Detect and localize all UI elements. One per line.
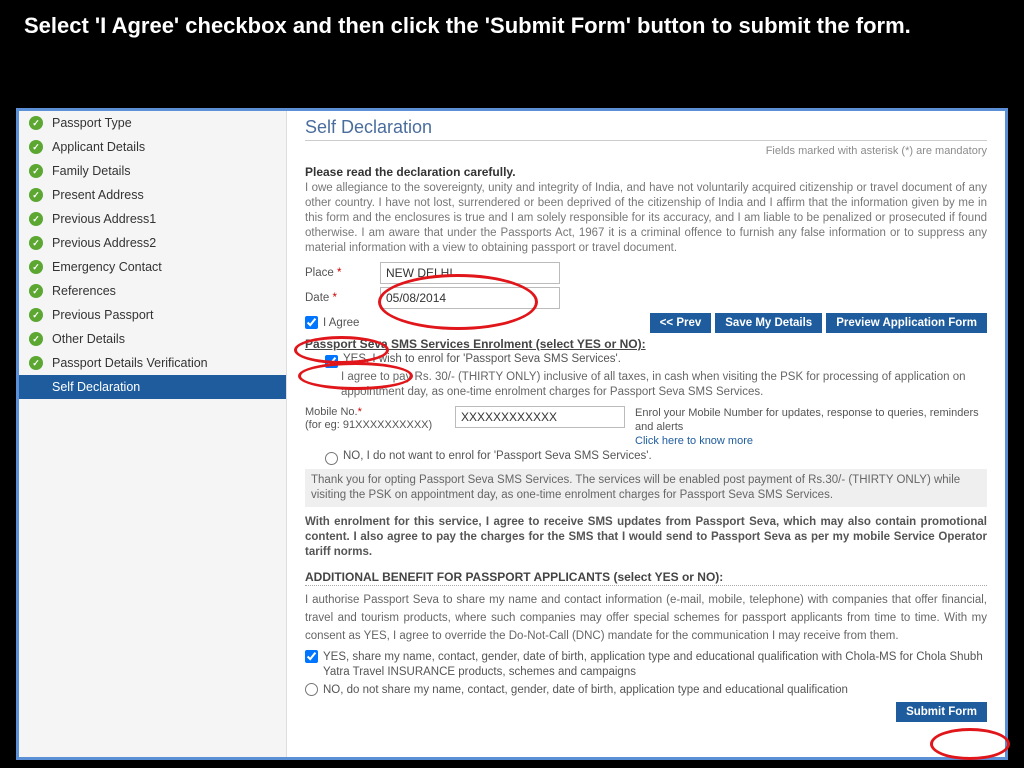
check-icon bbox=[29, 116, 43, 130]
place-input[interactable] bbox=[380, 262, 560, 284]
main-content: Self Declaration Fields marked with aste… bbox=[287, 111, 1005, 757]
mobile-side-text: Enrol your Mobile Number for updates, re… bbox=[635, 406, 987, 449]
share-yes-checkbox[interactable] bbox=[305, 650, 318, 663]
check-icon bbox=[29, 308, 43, 322]
check-icon bbox=[29, 140, 43, 154]
prev-button[interactable]: << Prev bbox=[650, 313, 712, 333]
check-icon bbox=[29, 260, 43, 274]
sms-no-radio[interactable] bbox=[325, 452, 338, 465]
sms-info-box: Thank you for opting Passport Seva SMS S… bbox=[305, 469, 987, 507]
sidebar-item-label: Previous Address2 bbox=[52, 236, 156, 250]
sidebar-item-references[interactable]: References bbox=[19, 279, 286, 303]
sidebar-item-passport-type[interactable]: Passport Type bbox=[19, 111, 286, 135]
sms-yes-checkbox[interactable] bbox=[325, 355, 338, 368]
sidebar-item-label: Emergency Contact bbox=[52, 260, 162, 274]
check-icon bbox=[29, 188, 43, 202]
sidebar-item-previous-passport[interactable]: Previous Passport bbox=[19, 303, 286, 327]
sms-yes-label: YES, I wish to enrol for 'Passport Seva … bbox=[343, 353, 621, 365]
authorise-text: I authorise Passport Seva to share my na… bbox=[305, 592, 987, 645]
page-title: Self Declaration bbox=[305, 117, 987, 141]
sidebar-item-label: Applicant Details bbox=[52, 140, 145, 154]
additional-benefit-heading: ADDITIONAL BENEFIT FOR PASSPORT APPLICAN… bbox=[305, 570, 987, 586]
sidebar-item-emergency-contact[interactable]: Emergency Contact bbox=[19, 255, 286, 279]
sms-section-heading: Passport Seva SMS Services Enrolment (se… bbox=[305, 337, 987, 351]
sidebar-item-label: Passport Type bbox=[52, 116, 132, 130]
sidebar-item-label: Other Details bbox=[52, 332, 125, 346]
sidebar-item-label: Passport Details Verification bbox=[52, 356, 208, 370]
declaration-text: I owe allegiance to the sovereignty, uni… bbox=[305, 181, 987, 256]
sidebar-item-label: Previous Address1 bbox=[52, 212, 156, 226]
sidebar-item-label: Family Details bbox=[52, 164, 131, 178]
place-label: Place * bbox=[305, 267, 380, 279]
declaration-heading: Please read the declaration carefully. bbox=[305, 165, 987, 179]
check-icon bbox=[29, 236, 43, 250]
sms-no-label: NO, I do not want to enrol for 'Passport… bbox=[343, 450, 652, 462]
check-icon bbox=[29, 356, 43, 370]
check-icon bbox=[29, 212, 43, 226]
sidebar-item-label: Present Address bbox=[52, 188, 144, 202]
sidebar-item-present-address[interactable]: Present Address bbox=[19, 183, 286, 207]
share-no-label: NO, do not share my name, contact, gende… bbox=[323, 683, 848, 698]
share-yes-label: YES, share my name, contact, gender, dat… bbox=[323, 650, 987, 680]
sidebar-item-self-declaration[interactable]: Self Declaration bbox=[19, 375, 286, 399]
sidebar-item-previous-address2[interactable]: Previous Address2 bbox=[19, 231, 286, 255]
date-label: Date * bbox=[305, 292, 380, 304]
submit-button[interactable]: Submit Form bbox=[896, 702, 987, 722]
app-frame: Passport Type Applicant Details Family D… bbox=[16, 108, 1008, 760]
sidebar-item-family-details[interactable]: Family Details bbox=[19, 159, 286, 183]
agree-checkbox[interactable] bbox=[305, 316, 318, 329]
check-icon bbox=[29, 332, 43, 346]
sidebar-item-other-details[interactable]: Other Details bbox=[19, 327, 286, 351]
date-input[interactable] bbox=[380, 287, 560, 309]
mobile-label: Mobile No.* (for eg: 91XXXXXXXXXX) bbox=[305, 406, 445, 432]
preview-button[interactable]: Preview Application Form bbox=[826, 313, 987, 333]
share-no-radio[interactable] bbox=[305, 683, 318, 696]
instruction-text: Select 'I Agree' checkbox and then click… bbox=[0, 0, 1024, 49]
check-icon bbox=[29, 164, 43, 178]
sidebar: Passport Type Applicant Details Family D… bbox=[19, 111, 287, 757]
sidebar-item-applicant-details[interactable]: Applicant Details bbox=[19, 135, 286, 159]
mobile-input[interactable] bbox=[455, 406, 625, 428]
sidebar-item-label: References bbox=[52, 284, 116, 298]
check-icon bbox=[29, 284, 43, 298]
enrolment-consent-text: With enrolment for this service, I agree… bbox=[305, 515, 987, 560]
sidebar-item-previous-address1[interactable]: Previous Address1 bbox=[19, 207, 286, 231]
sidebar-item-label: Self Declaration bbox=[52, 380, 140, 394]
know-more-link[interactable]: Click here to know more bbox=[635, 435, 753, 447]
save-button[interactable]: Save My Details bbox=[715, 313, 822, 333]
mandatory-note: Fields marked with asterisk (*) are mand… bbox=[305, 145, 987, 157]
sidebar-item-passport-verification[interactable]: Passport Details Verification bbox=[19, 351, 286, 375]
agree-label: I Agree bbox=[323, 317, 359, 329]
sms-agree-text: I agree to pay Rs. 30/- (THIRTY ONLY) in… bbox=[341, 370, 987, 400]
sidebar-item-label: Previous Passport bbox=[52, 308, 153, 322]
